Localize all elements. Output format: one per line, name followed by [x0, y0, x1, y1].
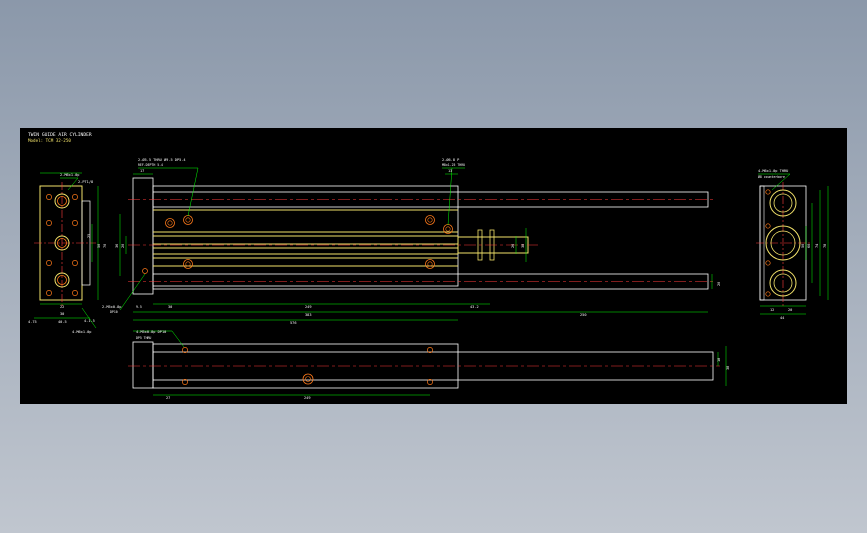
left-bottom-callout: 4-M6x1.0p	[72, 330, 91, 334]
drawing-model: Model: TCM 32-250	[28, 138, 71, 143]
bottom-view	[128, 330, 727, 396]
front-dim-249: 249	[305, 305, 312, 309]
left-top-callout: 2-M6x1.0p	[60, 173, 79, 177]
front-right-callout: 2-Ø6.8 P	[442, 157, 459, 162]
bottom-right-dim-18: 18	[717, 358, 721, 362]
front-left-callout: 2-Ø5.5 THRU Ø9.5 DP5.4	[138, 157, 186, 162]
front-dim-13: 13	[448, 169, 452, 173]
front-bottom-callout: 2-M5x0.8p	[102, 305, 121, 309]
bottom-dim-249: 249	[304, 396, 311, 400]
right-dim-60: 60	[807, 244, 811, 248]
cad-drawing-panel: TWIN GUIDE AIR CYLINDER Model: TCM 32-25…	[20, 128, 847, 404]
front-dim-17: 17	[140, 169, 144, 173]
front-view	[119, 167, 715, 321]
left-dim-22: 22	[60, 305, 64, 309]
right-sub-callout: Ø8 counterbore	[758, 174, 785, 179]
right-dim-12: 12	[770, 308, 774, 312]
right-dim-74: 74	[815, 244, 819, 248]
right-dim-78: 78	[823, 244, 827, 248]
left-dim-50: 50	[97, 244, 101, 248]
right-dim-20: 20	[788, 308, 792, 312]
bottom-right-dim-38: 38	[726, 366, 730, 370]
front-small-dim: 9.5	[136, 305, 142, 309]
left-bottom-left: 4.75	[28, 320, 37, 324]
left-dim-25: 25	[87, 234, 91, 238]
front-bottom-callout-sub: DP10	[110, 310, 118, 314]
left-dim-30: 30	[60, 312, 64, 316]
front-dim-383: 383	[305, 313, 312, 317]
front-dim-250: 250	[580, 313, 587, 317]
left-dim-70: 70	[103, 244, 107, 248]
bottom-dim-27: 27	[166, 396, 170, 400]
right-dim-44: 44	[780, 316, 784, 320]
front-dim-43-2: 43.2	[470, 305, 479, 309]
front-tail-dim: 20	[717, 282, 721, 286]
left-end-view	[34, 172, 99, 329]
left-dim-4-1-5: 4-1.5	[84, 319, 95, 323]
front-dim-30: 30	[168, 305, 172, 309]
bottom-callout-2: DP5 THRU	[136, 336, 151, 340]
front-rod-dim-38: 38	[521, 244, 525, 248]
front-right-callout-sub: M8x1.25 THRU	[442, 163, 465, 167]
front-side-dim-36: 36	[115, 244, 119, 248]
left-port-callout: 2-PT1/8	[78, 180, 93, 184]
front-dim-576: 576	[290, 321, 297, 325]
right-top-callout: 4-M6x1.0p THRU	[758, 169, 788, 173]
front-side-dim-20: 20	[121, 244, 125, 248]
front-left-callout-sub: REF.DEPTH 5.4	[138, 163, 163, 167]
bottom-callout-1: 4-M5x0.8p DP10	[136, 330, 166, 334]
left-dim-40-5: 40.5	[58, 320, 67, 324]
right-dim-50: 50	[801, 244, 805, 248]
cad-drawing: TWIN GUIDE AIR CYLINDER Model: TCM 32-25…	[28, 132, 829, 400]
front-rod-dim-26: 26	[511, 244, 515, 248]
